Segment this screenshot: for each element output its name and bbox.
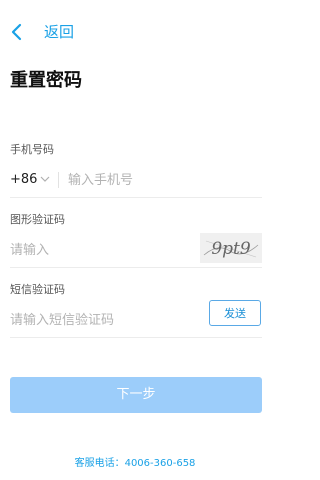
divider: [58, 172, 59, 188]
captcha-label: 图形验证码: [10, 213, 65, 226]
chevron-down-icon[interactable]: [40, 175, 50, 183]
captcha-row: 9pt9: [10, 233, 262, 268]
nav-bar: 返回: [0, 0, 270, 64]
country-code-selector[interactable]: +86: [10, 171, 37, 189]
next-step-button[interactable]: 下一步: [10, 377, 262, 413]
page-title: 重置密码: [10, 70, 82, 91]
sms-label: 短信验证码: [10, 283, 65, 296]
captcha-image[interactable]: 9pt9: [200, 233, 262, 263]
sms-code-input[interactable]: [10, 303, 200, 337]
captcha-text: 9pt9: [211, 239, 251, 259]
phone-input[interactable]: [68, 163, 258, 197]
back-chevron-icon[interactable]: [10, 21, 24, 43]
back-button[interactable]: 返回: [44, 20, 74, 44]
sms-row: 发送: [10, 300, 262, 338]
captcha-input[interactable]: [10, 233, 190, 267]
send-code-button[interactable]: 发送: [209, 300, 261, 326]
phone-row: +86: [10, 163, 262, 198]
customer-service-hotline[interactable]: 客服电话：4006-360-658: [0, 456, 270, 472]
phone-label: 手机号码: [10, 143, 54, 156]
